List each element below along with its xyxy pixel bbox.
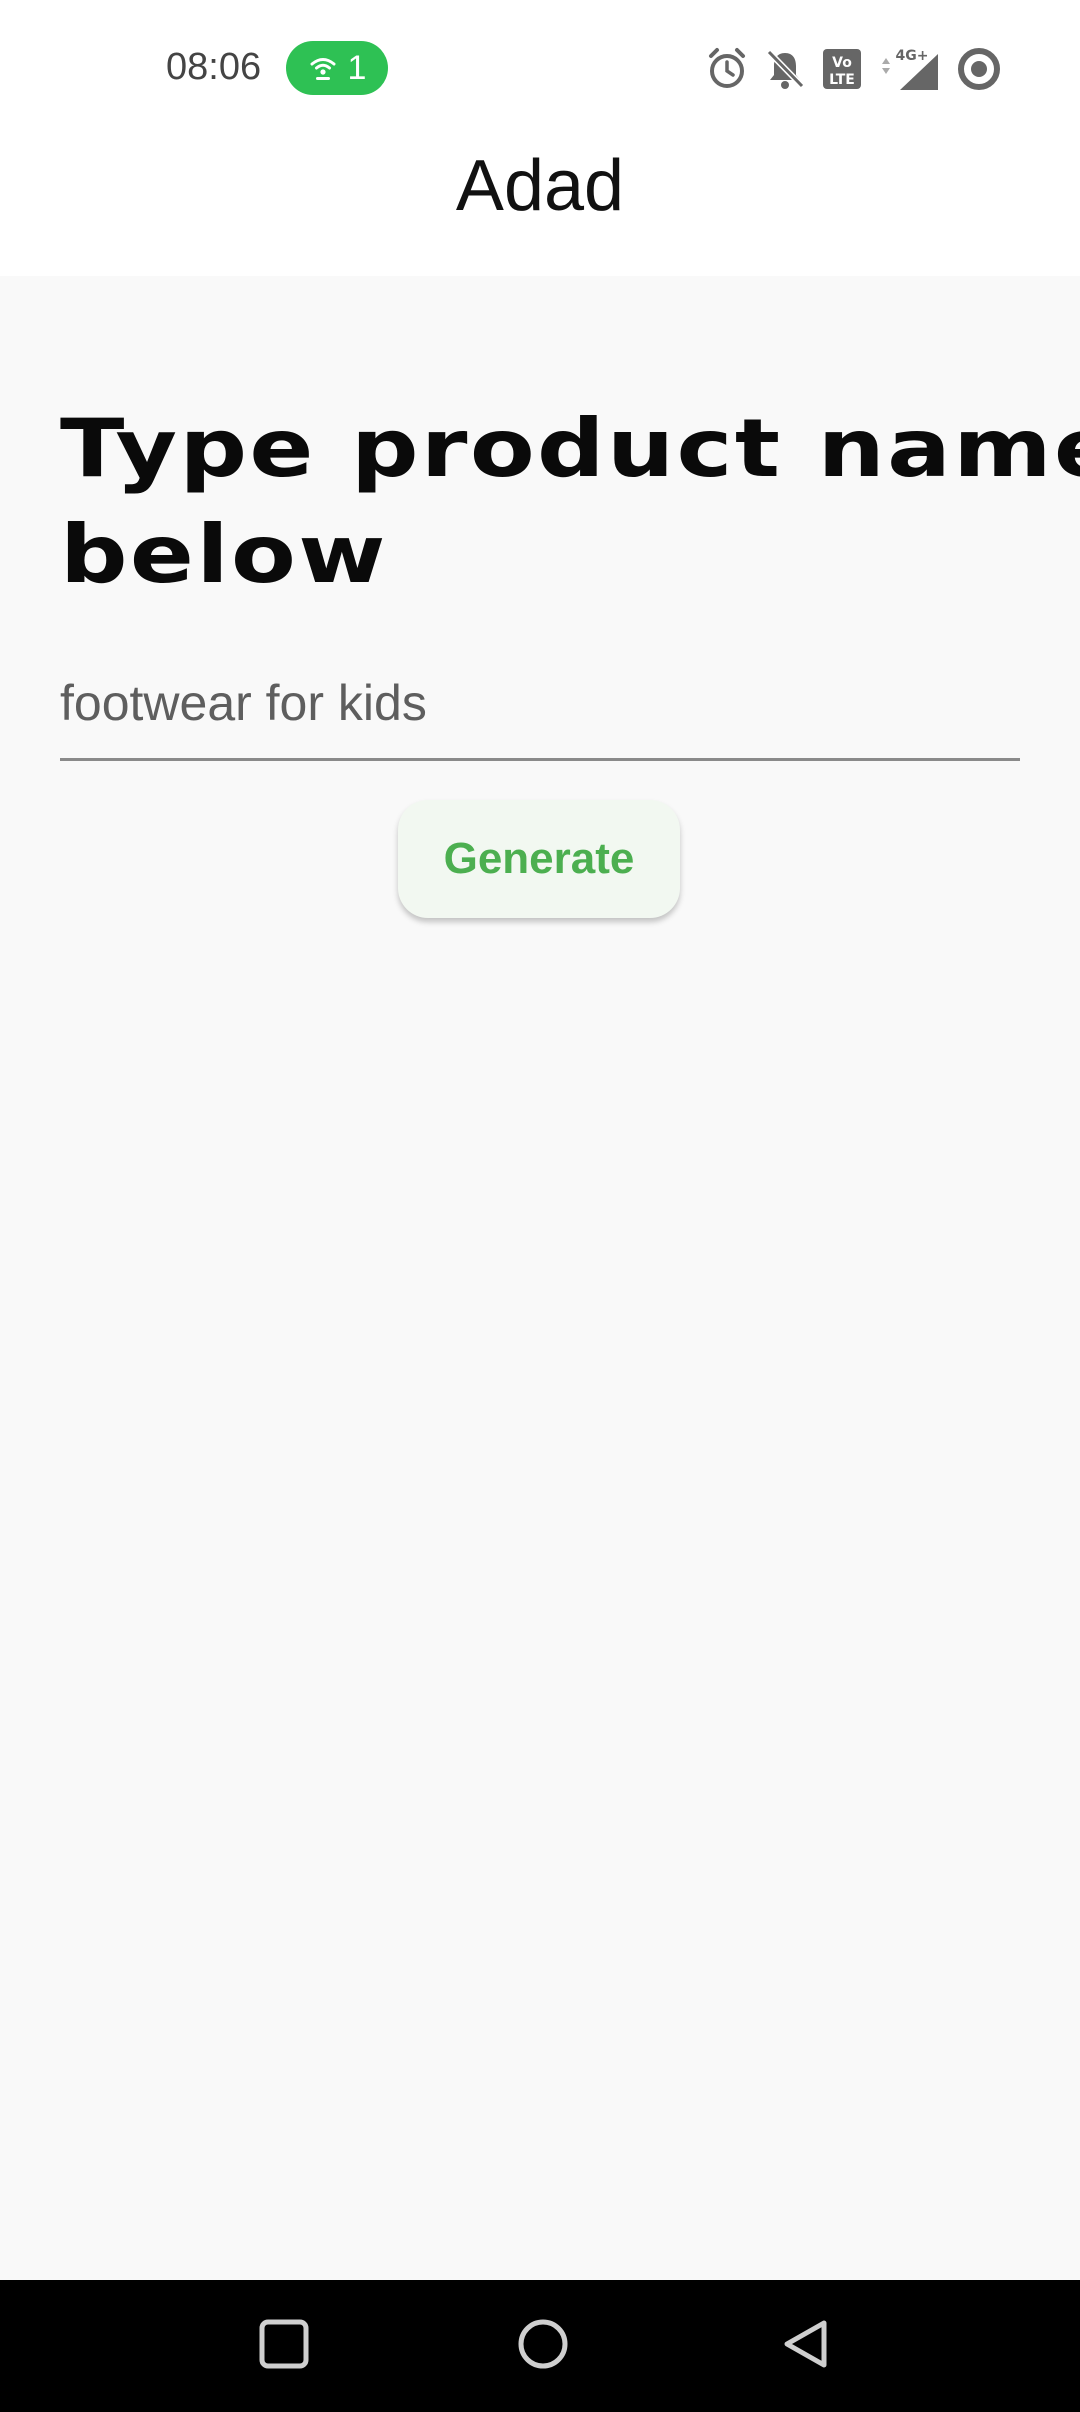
status-time: 08:06 bbox=[166, 46, 262, 88]
back-icon bbox=[780, 2318, 832, 2375]
volte-icon: Vo LTE bbox=[822, 48, 862, 90]
data-saver-icon bbox=[956, 46, 1002, 92]
svg-text:4G+: 4G+ bbox=[896, 48, 929, 64]
back-button[interactable] bbox=[776, 2316, 836, 2376]
recents-icon bbox=[259, 2319, 309, 2374]
home-button[interactable] bbox=[513, 2316, 573, 2376]
status-icons: Vo LTE 4G+ bbox=[706, 42, 1002, 96]
signal-4g-icon: 4G+ bbox=[878, 46, 940, 92]
app-title: Adad bbox=[455, 146, 625, 226]
home-icon bbox=[517, 2318, 569, 2375]
hotspot-indicator[interactable]: 1 bbox=[286, 41, 388, 95]
hotspot-icon bbox=[308, 53, 338, 83]
hotspot-count: 1 bbox=[347, 48, 367, 87]
product-name-input[interactable] bbox=[60, 648, 1020, 761]
bell-off-icon bbox=[764, 47, 806, 91]
recents-button[interactable] bbox=[254, 2316, 314, 2376]
svg-text:Vo: Vo bbox=[832, 55, 852, 71]
generate-button[interactable]: Generate bbox=[398, 800, 680, 918]
page-heading: Type product name below bbox=[60, 402, 1080, 601]
alarm-icon bbox=[706, 47, 748, 91]
svg-text:LTE: LTE bbox=[829, 72, 855, 88]
